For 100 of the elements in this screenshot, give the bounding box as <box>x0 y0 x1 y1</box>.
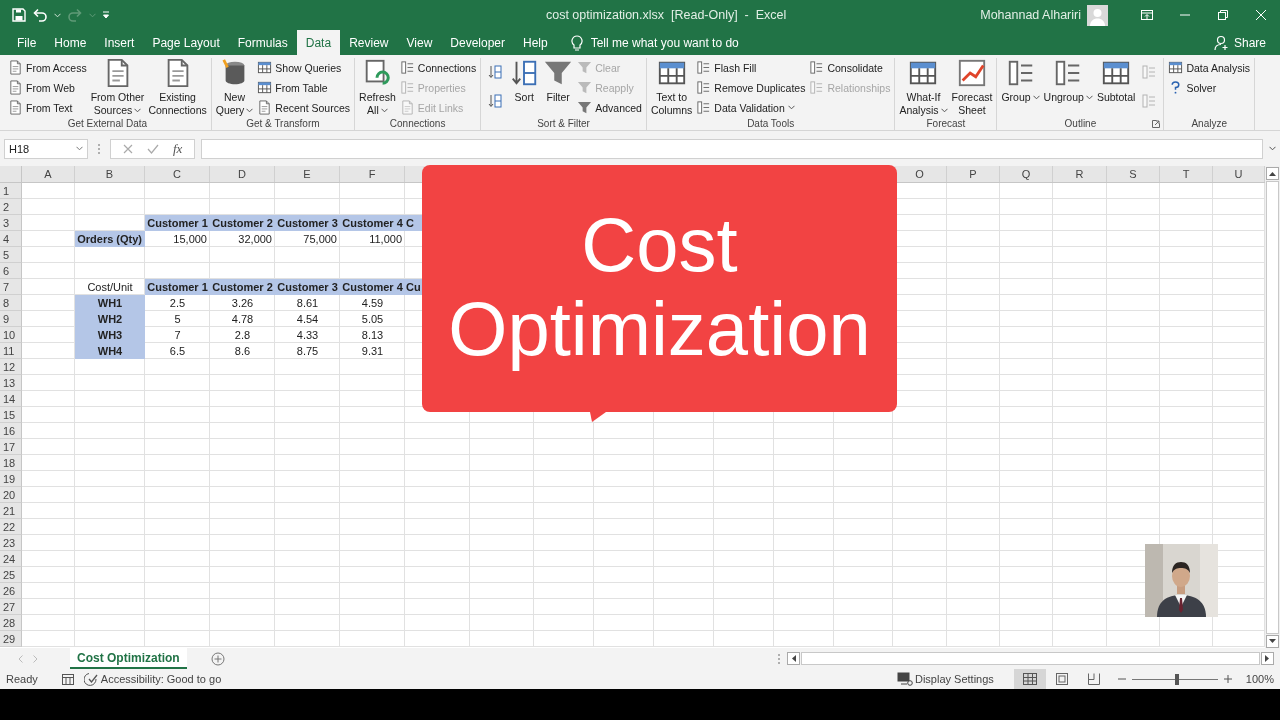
ribbon-button[interactable]: Connections <box>398 58 478 77</box>
column-header[interactable]: F <box>340 166 405 182</box>
ribbon-button[interactable]: Filter <box>542 58 575 104</box>
column-header[interactable]: C <box>145 166 210 182</box>
ribbon-button[interactable]: From Text <box>7 98 88 117</box>
row-header[interactable]: 19 <box>0 471 22 487</box>
scroll-up-icon[interactable] <box>1269 171 1276 176</box>
row-header[interactable]: 16 <box>0 423 22 439</box>
row-header[interactable]: 18 <box>0 455 22 471</box>
ribbon-tab[interactable]: File <box>8 30 46 55</box>
ribbon-tab[interactable]: Insert <box>95 30 144 55</box>
zoom-level[interactable]: 100% <box>1245 673 1274 685</box>
column-header[interactable]: D <box>210 166 275 182</box>
ribbon-button[interactable]: Existing Connections <box>147 58 208 117</box>
accessibility-status[interactable]: Accessibility: Good to go <box>100 673 222 685</box>
ribbon-tab[interactable]: Developer <box>441 30 514 55</box>
sheet-tab[interactable]: Cost Optimization <box>70 648 187 669</box>
name-box[interactable]: H18 <box>4 138 88 159</box>
ribbon-button[interactable]: From Access <box>7 58 88 77</box>
row-header[interactable]: 21 <box>0 503 22 519</box>
ribbon-button[interactable]: Advanced <box>576 98 643 117</box>
vertical-scrollbar[interactable] <box>1265 166 1280 648</box>
ribbon-button[interactable]: Text to Columns <box>649 58 694 117</box>
row-header[interactable]: 10 <box>0 327 22 343</box>
tell-me-search[interactable]: Tell me what you want to do <box>590 35 739 50</box>
ribbon-tab[interactable]: Home <box>45 30 96 55</box>
dialog-launcher-icon[interactable] <box>1152 120 1161 128</box>
row-header[interactable]: 4 <box>0 231 22 247</box>
ribbon-button[interactable]: Sort <box>508 58 541 104</box>
row-header[interactable]: 3 <box>0 215 22 231</box>
row-header[interactable]: 11 <box>0 343 22 359</box>
ribbon-button[interactable]: Solver <box>1167 78 1252 97</box>
slider-thumb[interactable] <box>1174 673 1179 685</box>
zoom-in-icon[interactable] <box>1223 675 1232 683</box>
row-header[interactable]: 28 <box>0 615 22 631</box>
avatar-icon[interactable] <box>1087 4 1108 26</box>
display-settings-link[interactable]: Display Settings <box>915 673 994 685</box>
ribbon-tab[interactable]: Data <box>296 30 341 55</box>
save-button[interactable] <box>12 8 26 22</box>
row-header[interactable]: 14 <box>0 391 22 407</box>
ribbon-button[interactable]: Consolidate <box>808 58 892 77</box>
row-header[interactable]: 8 <box>0 295 22 311</box>
column-header[interactable]: E <box>275 166 340 182</box>
insert-function-button[interactable]: fx <box>173 140 183 157</box>
horizontal-scrollbar[interactable] <box>786 652 1274 665</box>
row-header[interactable]: 25 <box>0 567 22 583</box>
row-header[interactable]: 6 <box>0 263 22 279</box>
scroll-left-icon[interactable] <box>790 655 796 662</box>
macro-record-icon[interactable] <box>61 673 74 685</box>
scroll-down-icon[interactable] <box>1269 639 1276 644</box>
column-header[interactable]: P <box>947 166 1000 182</box>
row-header[interactable]: 2 <box>0 199 22 215</box>
share-button[interactable]: Share <box>1213 30 1266 55</box>
ribbon-button[interactable]: Subtotal <box>1095 58 1137 104</box>
enter-icon[interactable] <box>147 143 159 154</box>
undo-button[interactable] <box>32 8 48 22</box>
row-header[interactable]: 12 <box>0 359 22 375</box>
column-header[interactable]: B <box>75 166 145 182</box>
view-button[interactable] <box>1013 669 1046 689</box>
accessibility-icon[interactable] <box>83 672 98 686</box>
scroll-right-icon[interactable] <box>1264 655 1270 662</box>
row-header[interactable]: 27 <box>0 599 22 615</box>
row-header[interactable]: 9 <box>0 311 22 327</box>
drag-handle-icon[interactable] <box>776 652 781 665</box>
column-header[interactable]: T <box>1160 166 1213 182</box>
ribbon-button[interactable]: Flash Fill <box>695 58 807 77</box>
ribbon-button[interactable]: What-If Analysis <box>898 58 949 117</box>
ribbon-button[interactable]: Recent Sources <box>256 98 352 117</box>
row-header[interactable]: 13 <box>0 375 22 391</box>
row-header[interactable]: 22 <box>0 519 22 535</box>
row-header[interactable]: 7 <box>0 279 22 295</box>
column-header[interactable]: R <box>1053 166 1107 182</box>
ribbon-button[interactable]: New Query <box>214 58 255 117</box>
ribbon-button[interactable]: Remove Duplicates <box>695 78 807 97</box>
ribbon-button[interactable]: Forecast Sheet <box>950 58 994 117</box>
row-header[interactable]: 5 <box>0 247 22 263</box>
column-header[interactable]: S <box>1107 166 1160 182</box>
ribbon-button[interactable]: From Table <box>256 78 352 97</box>
zoom-out-icon[interactable] <box>1117 675 1126 683</box>
row-header[interactable]: 24 <box>0 551 22 567</box>
ribbon-tab[interactable]: Formulas <box>228 30 297 55</box>
row-header[interactable]: 17 <box>0 439 22 455</box>
ribbon-button[interactable]: From Other Sources <box>89 58 146 117</box>
ribbon-button[interactable]: Data Analysis <box>1167 58 1252 77</box>
cancel-icon[interactable] <box>123 143 133 154</box>
row-header[interactable]: 23 <box>0 535 22 551</box>
row-header[interactable]: 26 <box>0 583 22 599</box>
column-header[interactable]: Q <box>1000 166 1053 182</box>
formula-field[interactable] <box>201 138 1263 159</box>
column-header[interactable]: A <box>22 166 75 182</box>
ribbon-tab[interactable]: Review <box>340 30 398 55</box>
row-header[interactable]: 29 <box>0 631 22 647</box>
ribbon-button[interactable]: Refresh All <box>358 58 397 117</box>
row-header[interactable]: 1 <box>0 183 22 199</box>
ribbon-button[interactable]: Group <box>1000 58 1041 104</box>
ribbon-button[interactable]: Data Validation <box>695 98 807 117</box>
ribbon-button[interactable]: Show Queries <box>256 58 352 77</box>
row-header[interactable]: 15 <box>0 407 22 423</box>
add-sheet-icon[interactable] <box>210 651 225 666</box>
ribbon-tab[interactable]: Page Layout <box>143 30 229 55</box>
